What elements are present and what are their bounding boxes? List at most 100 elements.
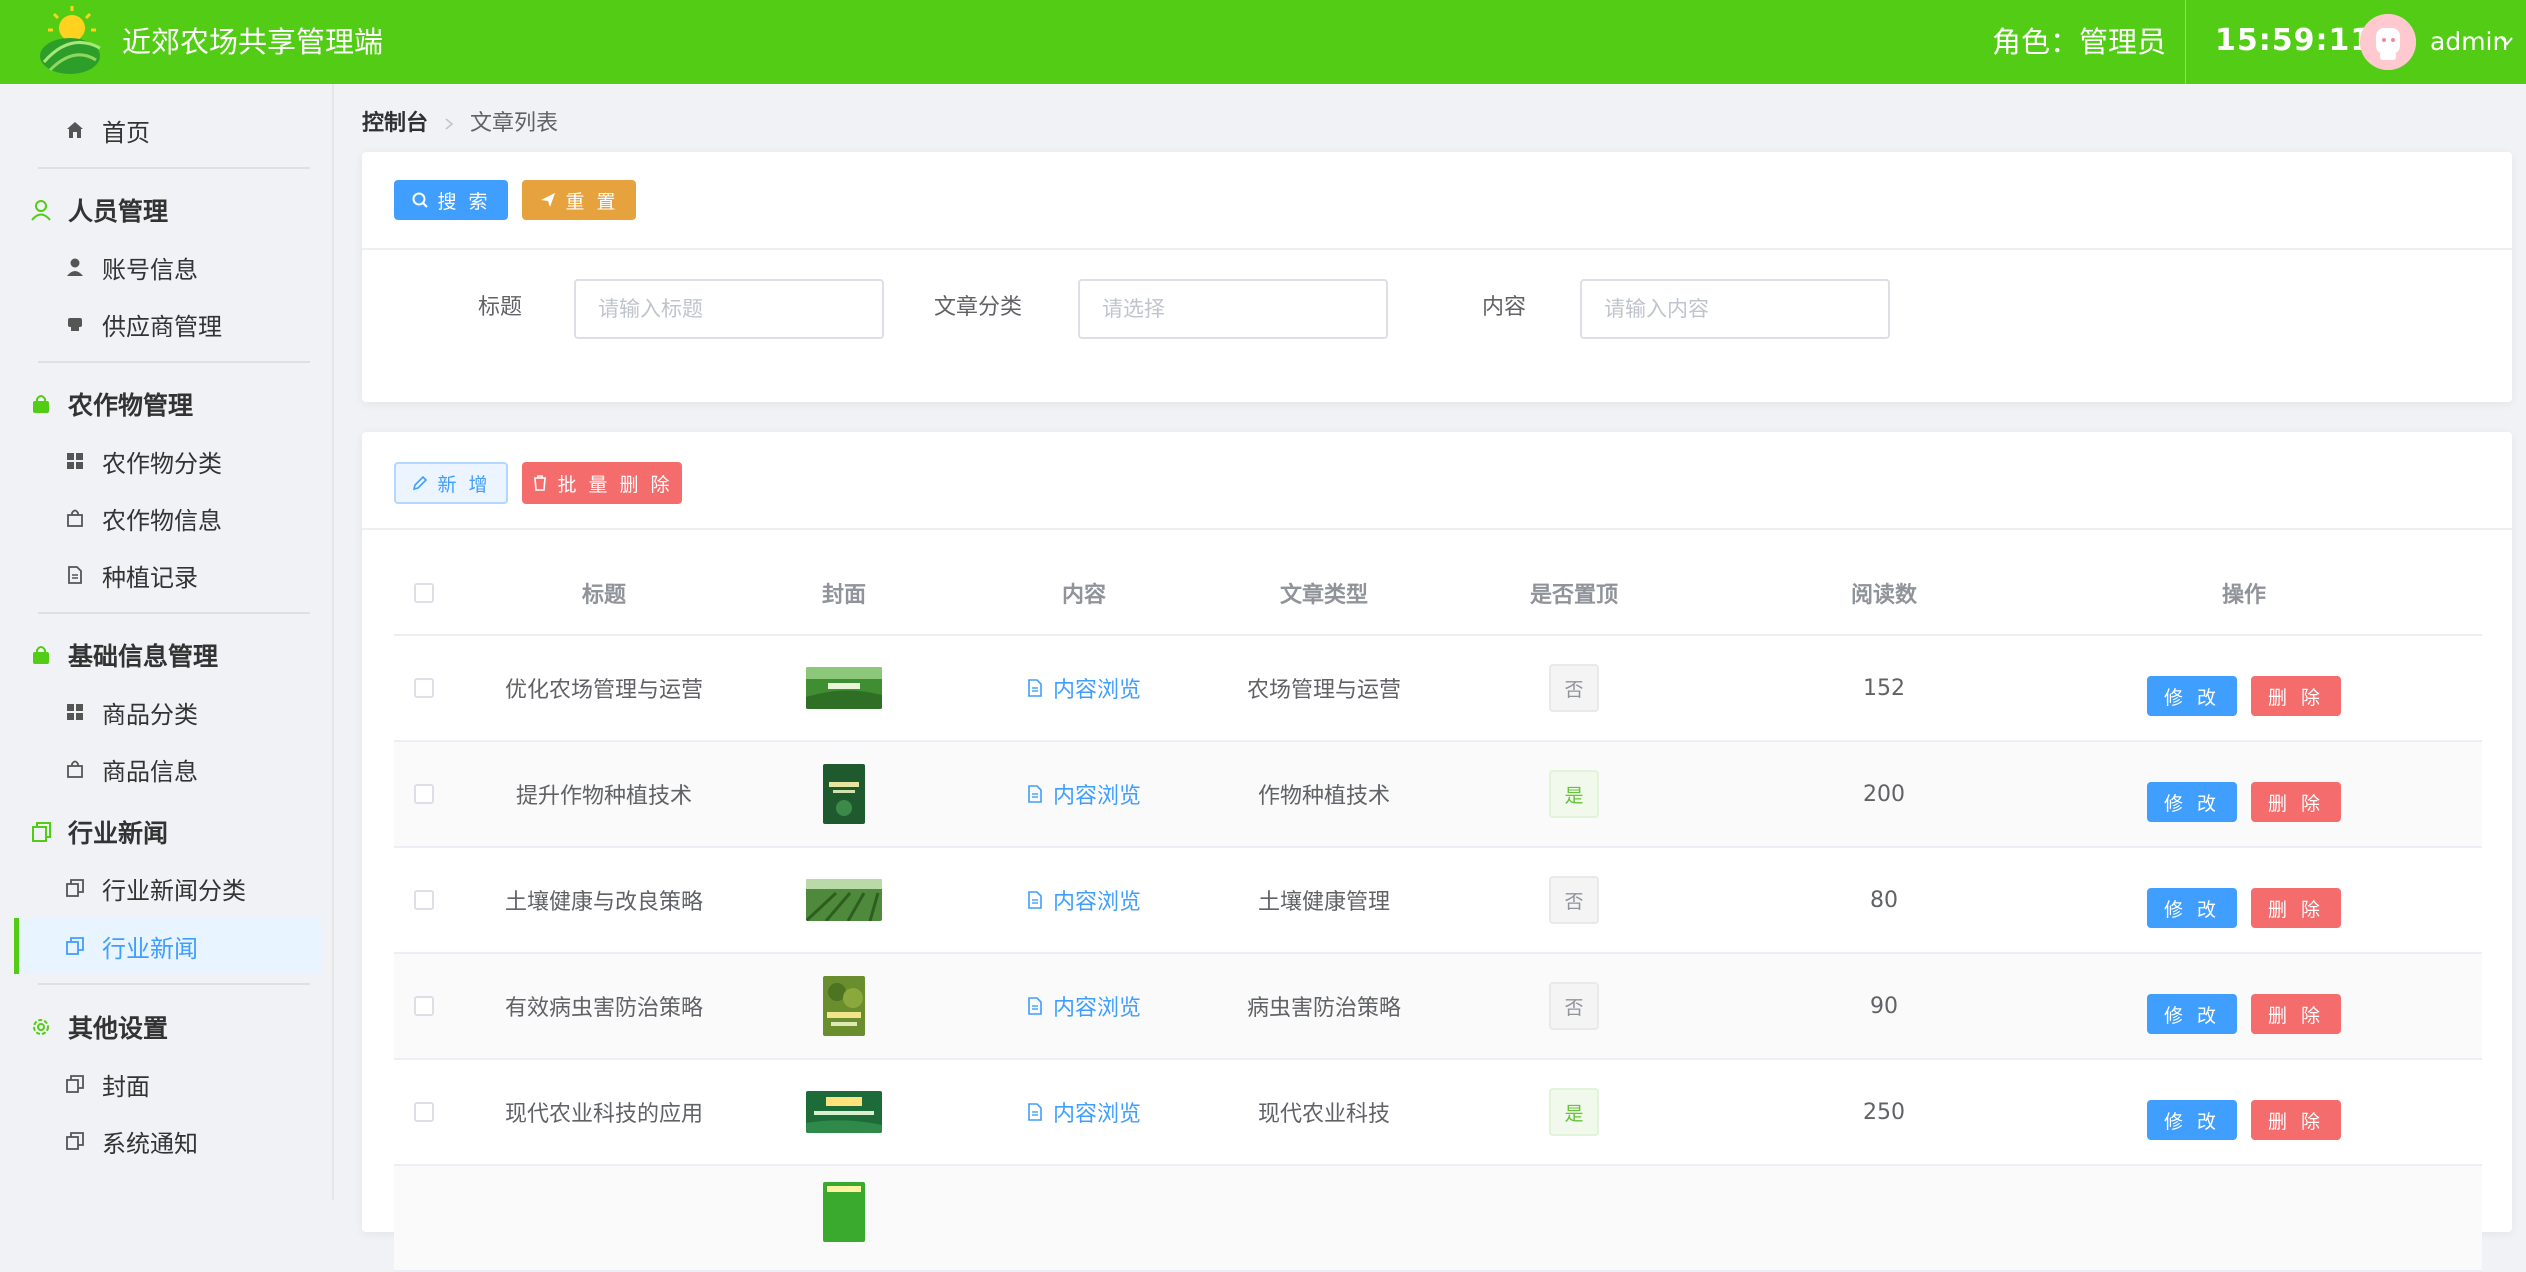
table-row: 土壤健康与改良策略 内容浏览 土壤健康管理 否 80 修 改删 除 [394, 848, 2482, 954]
cover-thumbnail[interactable] [823, 764, 865, 824]
edit-button[interactable]: 修 改 [2147, 676, 2237, 716]
copy-icon [62, 1071, 88, 1097]
sidebar-item-crop-info[interactable]: 农作物信息 [0, 490, 334, 546]
delete-button[interactable]: 删 除 [2251, 782, 2341, 822]
table-row: 现代农业科技的应用 内容浏览 现代农业科技 是 250 修 改删 除 [394, 1060, 2482, 1166]
document-icon [1028, 891, 1042, 909]
shopping-bag-icon [28, 391, 54, 417]
sidebar-item-home[interactable]: 首页 [0, 102, 334, 158]
cover-thumbnail[interactable] [823, 976, 865, 1036]
avatar[interactable] [2360, 14, 2416, 70]
batch-delete-button[interactable]: 批 量 删 除 [522, 462, 682, 504]
title-input[interactable] [574, 279, 884, 339]
breadcrumb-home[interactable]: 控制台 [362, 108, 428, 140]
user-menu[interactable]: admin [2430, 24, 2508, 60]
sidebar-item-label: 行业新闻 [102, 934, 198, 963]
pinned-tag: 否 [1549, 982, 1599, 1030]
edit-button[interactable]: 修 改 [2147, 1100, 2237, 1140]
select-all-checkbox[interactable] [414, 583, 434, 603]
column-header[interactable]: 是否置顶 [1474, 552, 1674, 634]
content-preview-link[interactable]: 内容浏览 [1027, 1096, 1141, 1128]
sidebar-group-label: 基础信息管理 [68, 642, 219, 671]
sidebar-group-basic-info[interactable]: 基础信息管理 [0, 627, 334, 683]
content-preview-label: 内容浏览 [1052, 890, 1141, 915]
column-header[interactable]: 阅读数 [1674, 552, 2094, 634]
title-cell: 提升作物种植技术 [515, 784, 692, 809]
sidebar-divider [38, 167, 310, 169]
pinned-tag: 是 [1549, 1088, 1599, 1136]
column-header[interactable]: 标题 [454, 552, 754, 634]
sidebar-item-product-info[interactable]: 商品信息 [0, 741, 334, 797]
row-checkbox[interactable] [414, 678, 434, 698]
sidebar-item-crop-category[interactable]: 农作物分类 [0, 433, 334, 489]
chevron-down-icon[interactable] [2500, 34, 2514, 48]
cover-thumbnail[interactable] [806, 1091, 882, 1133]
row-checkbox[interactable] [414, 1102, 434, 1122]
content-preview-link[interactable]: 内容浏览 [1027, 672, 1141, 704]
content-preview-link[interactable]: 内容浏览 [1027, 778, 1141, 810]
row-checkbox[interactable] [414, 996, 434, 1016]
content-preview-label: 内容浏览 [1052, 784, 1141, 809]
card-divider [362, 528, 2512, 530]
sidebar-group-personnel[interactable]: 人员管理 [0, 182, 334, 238]
pinned-tag: 否 [1549, 876, 1599, 924]
title-cell: 现代农业科技的应用 [504, 1102, 703, 1127]
shopping-bag-icon [28, 642, 54, 668]
reads-cell: 200 [1863, 781, 1905, 807]
column-header: 操作 [2221, 583, 2266, 608]
delete-button[interactable]: 删 除 [2251, 1100, 2341, 1140]
sidebar-group-label: 行业新闻 [68, 819, 169, 848]
edit-button[interactable]: 修 改 [2147, 888, 2237, 928]
sidebar-item-planting-record[interactable]: 种植记录 [0, 547, 334, 603]
type-cell: 作物种植技术 [1257, 784, 1390, 809]
sidebar-item-news-category[interactable]: 行业新闻分类 [0, 860, 334, 916]
document-icon [1028, 1103, 1042, 1121]
header-divider [2185, 0, 2186, 84]
delete-button[interactable]: 删 除 [2251, 676, 2341, 716]
sidebar-item-notification[interactable]: 系统通知 [0, 1113, 334, 1169]
top-header: 近郊农场共享管理端 角色：管理员 15:59:11 admin [0, 0, 2526, 84]
sidebar-item-supplier[interactable]: 供应商管理 [0, 296, 334, 352]
edit-button[interactable]: 修 改 [2147, 782, 2237, 822]
content-label: 内容 [1481, 295, 1526, 320]
delete-button[interactable]: 删 除 [2251, 994, 2341, 1034]
row-checkbox[interactable] [414, 784, 434, 804]
sidebar-item-label: 封面 [102, 1072, 150, 1101]
actions-cell: 修 改删 除 [2094, 1060, 2394, 1164]
row-select-cell [394, 848, 454, 952]
cover-thumbnail[interactable] [806, 667, 882, 709]
add-button[interactable]: 新 增 [394, 462, 508, 504]
content-preview-label: 内容浏览 [1052, 678, 1141, 703]
user-icon [62, 254, 88, 280]
sidebar-group-crops[interactable]: 农作物管理 [0, 376, 334, 432]
column-header[interactable]: 文章类型 [1174, 552, 1474, 634]
sidebar-group-news[interactable]: 行业新闻 [0, 804, 334, 860]
category-select[interactable] [1078, 279, 1388, 339]
title-cell: 优化农场管理与运营 [504, 678, 703, 703]
row-checkbox[interactable] [414, 890, 434, 910]
row-select-cell [394, 742, 454, 846]
sidebar-item-cover[interactable]: 封面 [0, 1056, 334, 1112]
search-button-label: 搜 索 [437, 190, 491, 213]
sidebar-group-other-settings[interactable]: 其他设置 [0, 999, 334, 1055]
content-preview-link[interactable]: 内容浏览 [1027, 884, 1141, 916]
sidebar-item-news[interactable]: 行业新闻 [14, 918, 322, 974]
search-button[interactable]: 搜 索 [394, 180, 508, 220]
sidebar-item-account[interactable]: 账号信息 [0, 239, 334, 295]
column-header[interactable]: 封面 [754, 552, 934, 634]
sidebar-item-product-category[interactable]: 商品分类 [0, 684, 334, 740]
supplier-icon [62, 311, 88, 337]
edit-button[interactable]: 修 改 [2147, 994, 2237, 1034]
batch-delete-button-label: 批 量 删 除 [557, 473, 673, 496]
content-preview-link[interactable]: 内容浏览 [1027, 990, 1141, 1022]
content-input[interactable] [1580, 279, 1890, 339]
pinned-tag: 否 [1549, 664, 1599, 712]
cover-thumbnail[interactable] [823, 1182, 865, 1242]
article-table-panel: 新 增 批 量 删 除 标题 封面 内容 文章类型 是否置顶 阅读数 操作 优化… [362, 432, 2512, 1272]
pinned-cell: 否 [1474, 954, 1674, 1058]
delete-button[interactable]: 删 除 [2251, 888, 2341, 928]
reset-button[interactable]: 重 置 [522, 180, 636, 220]
cover-cell [754, 1060, 934, 1164]
cover-thumbnail[interactable] [806, 879, 882, 921]
actions-cell: 修 改删 除 [2094, 742, 2394, 846]
